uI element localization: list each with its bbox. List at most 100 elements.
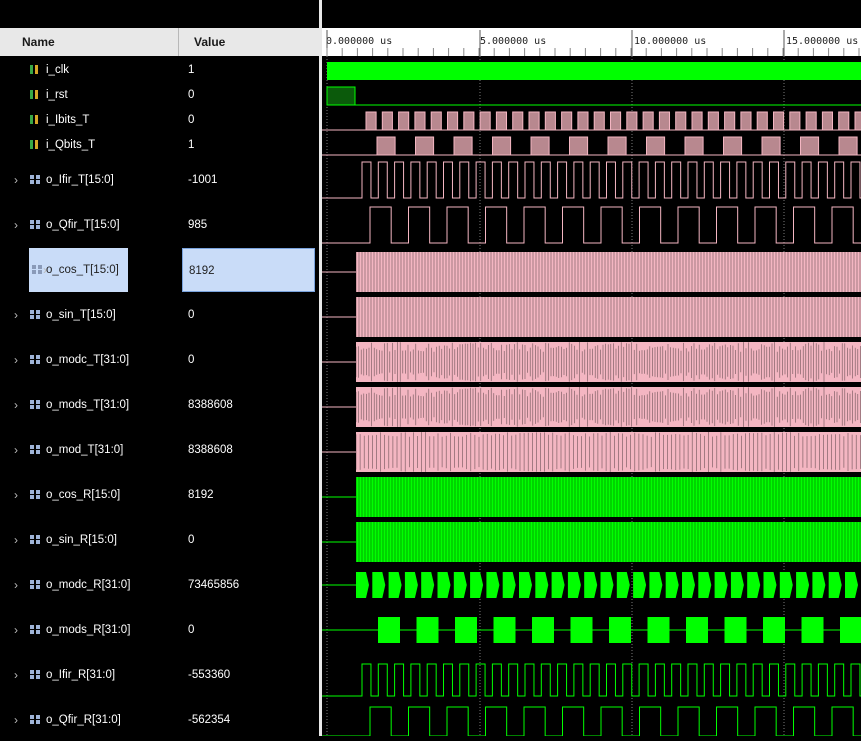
signal-name: o_modc_R[31:0] [46,579,131,591]
waveform-panel[interactable]: 0.000000 us 5.000000 us 10.000000 us 15.… [322,0,861,736]
signal-row[interactable]: › o_mods_R[31:0] 0 [0,609,319,651]
signal-value-cell[interactable]: -1001 [182,160,315,200]
expand-chevron-icon[interactable]: › [14,654,18,696]
expand-chevron-icon[interactable]: › [14,429,18,471]
signal-list-panel: Name Value i_clk 1 i_rst 0 i_Ibits_T 0 i_Qbits… [0,0,319,736]
signal-value-cell[interactable]: 0 [182,339,315,381]
signal-name-cell[interactable]: › o_mod_T[31:0] [0,429,178,471]
signal-value: 0 [188,89,195,101]
o_modc_R-wave [796,572,810,598]
expand-chevron-icon[interactable]: › [14,609,18,651]
expand-chevron-icon[interactable]: › [14,519,18,561]
signal-name: o_modc_T[31:0] [46,354,130,366]
signal-name-cell[interactable]: › o_sin_R[15:0] [0,519,178,561]
signal-row[interactable]: › o_sin_T[15:0] 0 [0,294,319,336]
signal-value-cell[interactable]: 8388608 [182,384,315,426]
column-header: Name Value [0,28,319,56]
expand-chevron-icon[interactable]: › [14,294,18,336]
signal-row[interactable]: › o_cos_R[15:0] 8192 [0,474,319,516]
signal-name-cell[interactable]: › o_Qfir_R[31:0] [0,699,178,741]
value-column-header[interactable]: Value [179,28,319,56]
signal-name: o_cos_R[15:0] [46,489,121,501]
o_mods_R-wave [609,617,631,643]
signal-value-cell[interactable]: 8192 [182,248,315,292]
signal-name-cell[interactable]: › o_Ifir_R[31:0] [0,654,178,696]
signal-value-cell[interactable]: 73465856 [182,564,315,606]
expand-chevron-icon[interactable]: › [14,384,18,426]
o_modc_R-wave [616,572,630,598]
signal-name: o_sin_R[15:0] [46,534,117,546]
expand-chevron-icon[interactable]: › [14,474,18,516]
signal-value-cell[interactable]: 0 [182,519,315,561]
signal-value-cell[interactable]: 0 [182,109,315,131]
signal-name-cell[interactable]: › o_Ifir_T[15:0] [0,160,178,200]
signal-row[interactable]: › o_cos_T[15:0] 8192 [0,248,319,292]
expand-chevron-icon[interactable]: › [14,339,18,381]
o_modc_R-wave [372,572,386,598]
i_Ibits_T-wave [447,111,459,131]
signal-name-cell[interactable]: › o_modc_R[31:0] [0,564,178,606]
o_mods_R-wave [455,617,477,643]
o_mods_R-wave [416,617,439,643]
signal-value-cell[interactable]: 8388608 [182,429,315,471]
signal-value-cell[interactable]: 985 [182,205,315,245]
signal-name-cell[interactable]: › o_mods_R[31:0] [0,609,178,651]
signal-row[interactable]: › o_sin_R[15:0] 0 [0,519,319,561]
signal-name-cell[interactable]: i_Ibits_T [0,109,178,131]
signal-row[interactable]: › o_Qfir_T[15:0] 985 [0,205,319,245]
signal-value-cell[interactable]: 1 [182,59,315,81]
bus-signal-icon [30,400,40,409]
expand-chevron-icon[interactable]: › [14,205,18,245]
signal-value: 0 [188,624,195,636]
signal-value-cell[interactable]: 1 [182,134,315,156]
signal-name: o_cos_T[15:0] [46,264,119,276]
o_modc_R-wave [470,572,484,598]
signal-name-cell[interactable]: › o_Qfir_T[15:0] [0,205,178,245]
signal-value: 73465856 [188,579,240,591]
signal-row[interactable]: › o_Ifir_T[15:0] -1001 [0,160,319,200]
signal-name: i_Ibits_T [46,114,90,126]
o_modc_R-wave [356,572,369,598]
signal-row[interactable]: i_Qbits_T 1 [0,134,319,156]
signal-value: 985 [188,219,208,231]
signal-value-cell[interactable]: 0 [182,609,315,651]
expand-chevron-icon[interactable]: › [14,699,18,741]
waveform-canvas[interactable] [322,0,861,736]
signal-row[interactable]: › o_Qfir_R[31:0] -562354 [0,699,319,741]
i_Ibits_T-wave [805,111,817,131]
o_mods_R-wave [801,617,824,643]
o_mods_R-wave [763,617,785,643]
signal-value-cell[interactable]: -553360 [182,654,315,696]
signal-name-cell[interactable]: i_Qbits_T [0,134,178,156]
signal-row[interactable]: i_clk 1 [0,59,319,81]
expand-chevron-icon[interactable]: › [14,564,18,606]
signal-row[interactable]: › o_modc_R[31:0] 73465856 [0,564,319,606]
signal-name-cell[interactable]: i_clk [0,59,178,81]
signal-row[interactable]: › o_mods_T[31:0] 8388608 [0,384,319,426]
i_Ibits_T-wave [365,111,377,131]
bus-signal-icon [30,310,40,319]
signal-value-cell[interactable]: 0 [182,84,315,106]
name-column-header[interactable]: Name [0,28,179,56]
signal-name-cell[interactable]: i_rst [0,84,178,106]
o_mods_R-wave [532,617,554,643]
signal-value-cell[interactable]: 0 [182,294,315,336]
signal-name-cell[interactable]: › o_mods_T[31:0] [0,384,178,426]
i_Ibits_T-wave [430,111,442,131]
signal-row[interactable]: i_Ibits_T 0 [0,109,319,131]
expand-chevron-icon[interactable]: › [14,160,18,200]
signal-row[interactable]: i_rst 0 [0,84,319,106]
toolbar-area [0,0,319,28]
signal-value-cell[interactable]: -562354 [182,699,315,741]
signal-name-cell[interactable]: › o_cos_R[15:0] [0,474,178,516]
signal-row[interactable]: › o_mod_T[31:0] 8388608 [0,429,319,471]
i_Ibits_T-wave [854,111,861,131]
signal-name-cell[interactable]: › o_sin_T[15:0] [0,294,178,336]
signal-row[interactable]: › o_modc_T[31:0] 0 [0,339,319,381]
signal-name-cell[interactable]: › o_modc_T[31:0] [0,339,178,381]
signal-name-cell[interactable]: › o_cos_T[15:0] [29,248,128,292]
o_modc_R-wave [584,572,598,598]
signal-row[interactable]: › o_Ifir_R[31:0] -553360 [0,654,319,696]
i_Qbits_T-wave [453,136,473,156]
signal-value-cell[interactable]: 8192 [182,474,315,516]
